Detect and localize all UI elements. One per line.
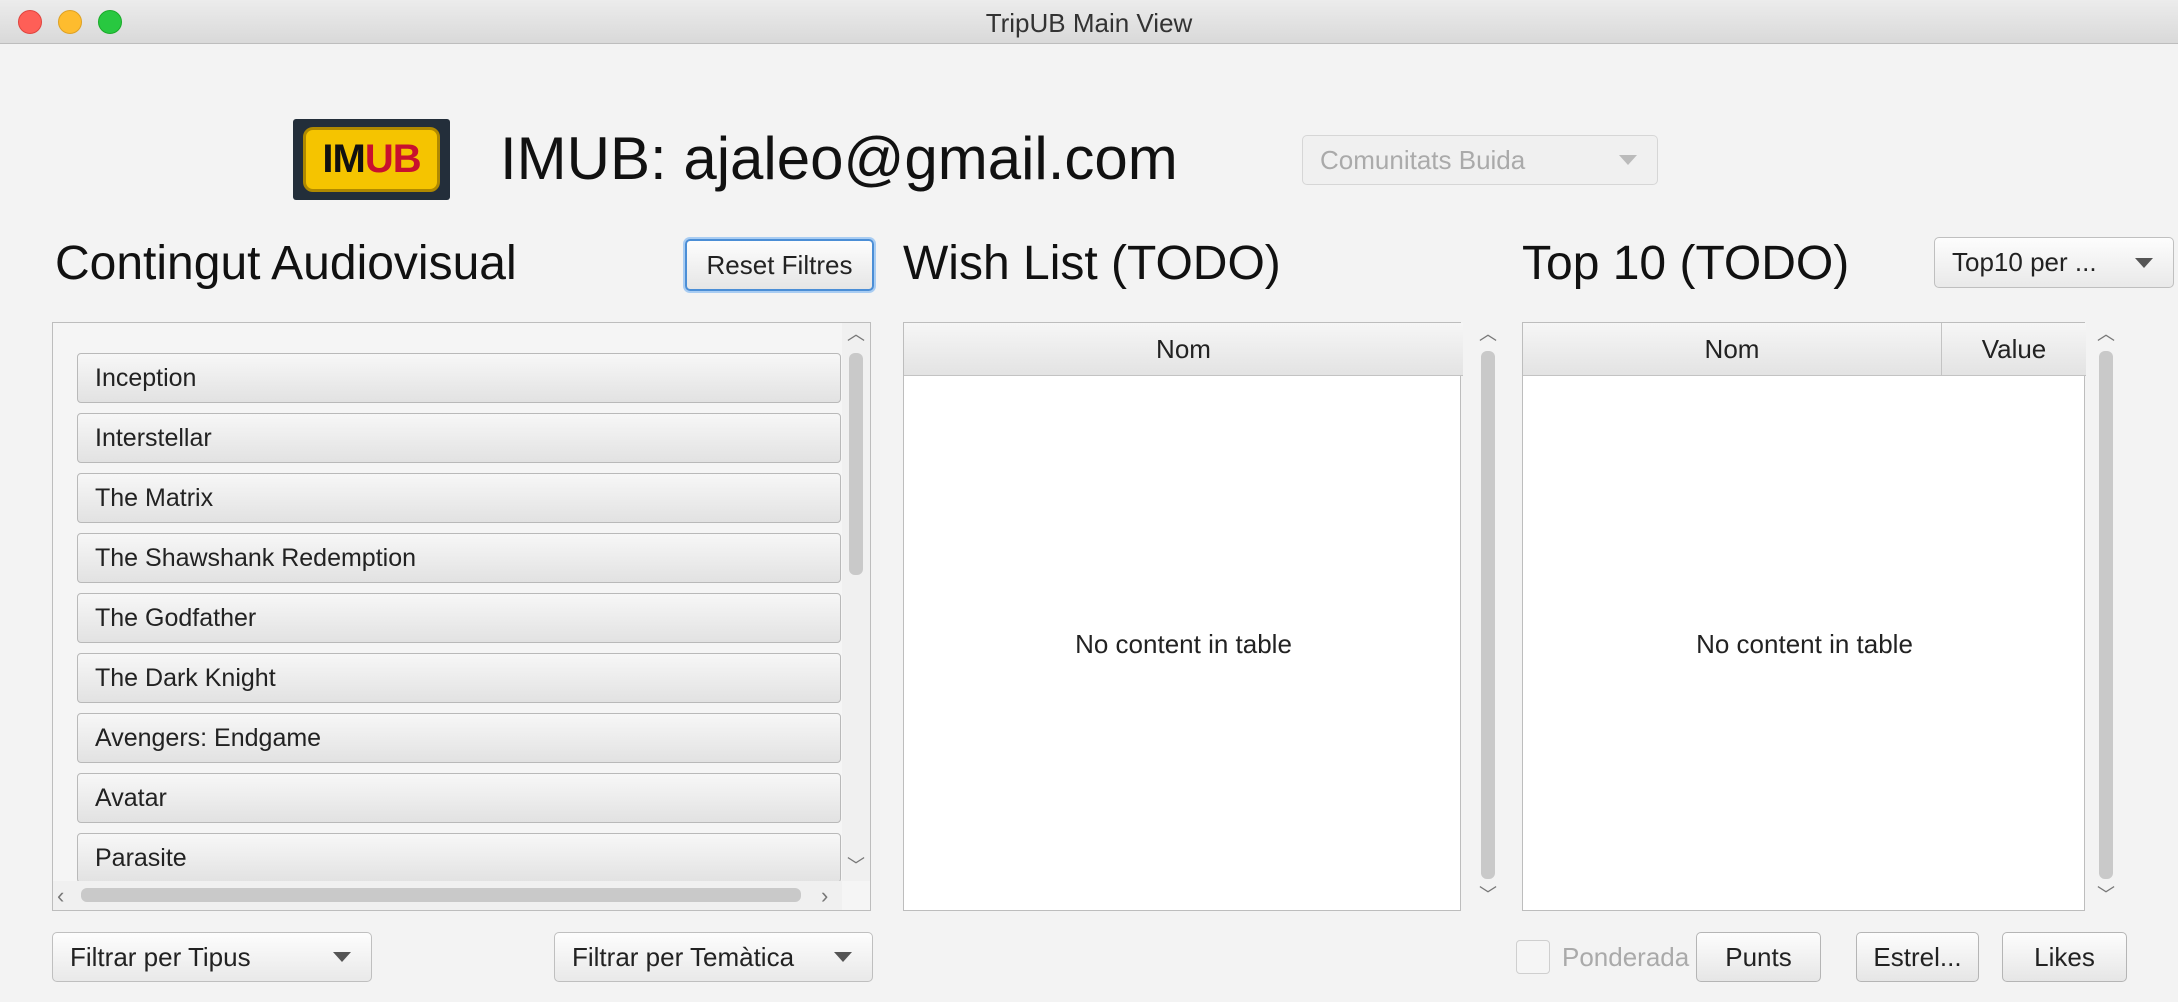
reset-filters-button[interactable]: Reset Filtres (685, 239, 874, 291)
list-item[interactable]: Inception (77, 353, 841, 403)
chevron-down-icon[interactable]: ﹀ (2097, 886, 2115, 904)
top10-title: Top 10 (TODO) (1522, 237, 1850, 290)
top10-empty-text: No content in table (1696, 629, 1913, 659)
list-scroll-thumb[interactable] (849, 353, 863, 575)
window-title: TripUB Main View (985, 8, 1193, 38)
weighted-label: Ponderada (1562, 942, 1690, 972)
top10-table-header: Nom Value (1523, 323, 2086, 376)
top10-sort-select[interactable]: Top10 per ... (1934, 237, 2174, 288)
imub-logo: IM UB (293, 119, 450, 200)
wishlist-table-header: Nom (904, 323, 1463, 376)
communities-select-value: Comunitats Buida (1320, 144, 1526, 175)
wishlist-table[interactable]: Nom No content in table ︿ ﹀ (903, 322, 1502, 911)
list-item[interactable]: The Shawshank Redemption (77, 533, 841, 583)
wishlist-scroll-thumb[interactable] (1481, 351, 1495, 879)
audiovisual-title: Contingut Audiovisual (55, 237, 517, 290)
chevron-down-icon[interactable]: ﹀ (1479, 886, 1497, 904)
column-header-value[interactable]: Value (1942, 323, 2086, 375)
filter-theme-value: Filtrar per Temàtica (572, 941, 795, 972)
list-vertical-scrollbar[interactable]: ︿ ﹀ (842, 323, 870, 881)
top10-table[interactable]: Nom Value No content in table ︿ ﹀ (1522, 322, 2120, 911)
user-title: IMUB: ajaleo@gmail.com (500, 125, 1178, 192)
list-hscroll-thumb[interactable] (81, 888, 801, 902)
top10-sort-value: Top10 per ... (1952, 247, 2097, 277)
filter-type-select[interactable]: Filtrar per Tipus (52, 932, 372, 982)
likes-button[interactable]: Likes (2002, 932, 2127, 982)
list-item[interactable]: Avengers: Endgame (77, 713, 841, 763)
chevron-down-icon (2135, 257, 2153, 268)
communities-select[interactable]: Comunitats Buida (1302, 135, 1658, 185)
chevron-left-icon[interactable]: ‹ (57, 885, 64, 907)
column-header-nom[interactable]: Nom (1523, 323, 1942, 375)
list-item[interactable]: Parasite (77, 833, 841, 883)
chevron-right-icon[interactable]: › (821, 885, 828, 907)
weighted-checkbox[interactable] (1516, 940, 1550, 974)
list-item[interactable]: The Matrix (77, 473, 841, 523)
list-horizontal-scrollbar[interactable]: ‹ › (53, 881, 842, 910)
window-title-bar: TripUB Main View (0, 0, 2178, 44)
chevron-down-icon (834, 952, 852, 962)
top10-vertical-scrollbar[interactable]: ︿ ﹀ (2092, 323, 2120, 910)
chevron-up-icon[interactable]: ︿ (847, 325, 865, 343)
stars-button[interactable]: Estrel... (1856, 932, 1979, 982)
wishlist-empty-text: No content in table (1075, 629, 1292, 659)
list-item[interactable]: The Godfather (77, 593, 841, 643)
wishlist-vertical-scrollbar[interactable]: ︿ ﹀ (1474, 323, 1502, 910)
filter-type-value: Filtrar per Tipus (70, 941, 251, 972)
list-item[interactable]: Interstellar (77, 413, 841, 463)
list-item[interactable]: Avatar (77, 773, 841, 823)
chevron-up-icon[interactable]: ︿ (1479, 325, 1497, 343)
chevron-down-icon[interactable]: ﹀ (847, 857, 865, 875)
top10-scroll-thumb[interactable] (2099, 351, 2113, 879)
chevron-up-icon[interactable]: ︿ (2097, 325, 2115, 343)
list-item[interactable]: The Dark Knight (77, 653, 841, 703)
chevron-down-icon (333, 952, 351, 962)
audiovisual-list[interactable]: Inception Interstellar The Matrix The Sh… (52, 322, 871, 911)
wishlist-title: Wish List (TODO) (903, 237, 1281, 290)
points-button[interactable]: Punts (1696, 932, 1821, 982)
filter-theme-select[interactable]: Filtrar per Temàtica (554, 932, 873, 982)
chevron-down-icon (1619, 155, 1637, 165)
column-header-nom[interactable]: Nom (904, 323, 1463, 375)
